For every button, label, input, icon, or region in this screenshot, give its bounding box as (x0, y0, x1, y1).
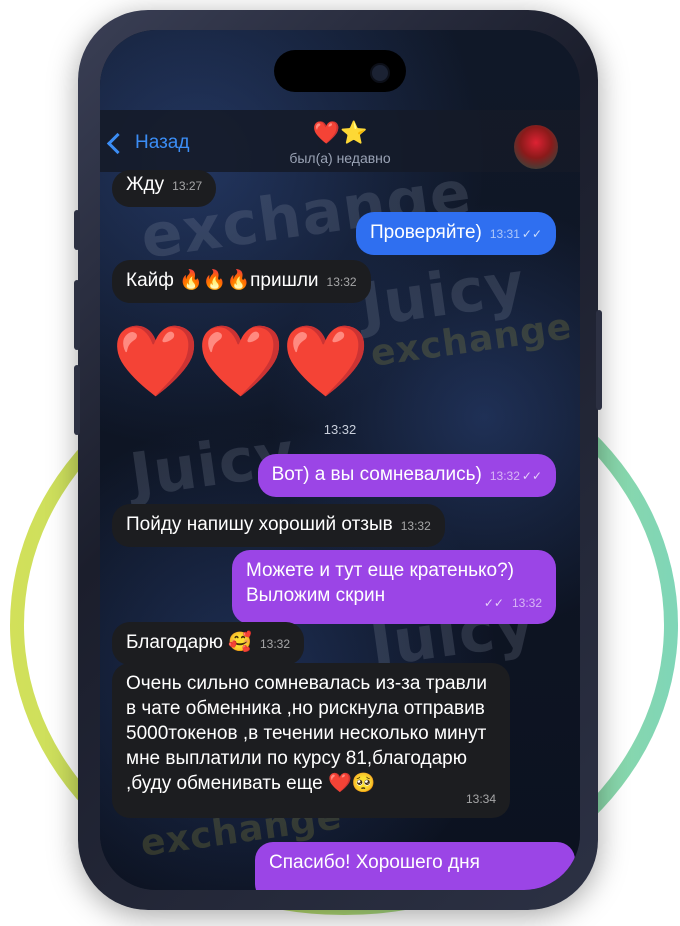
read-ticks-icon: ✓✓ (483, 596, 504, 610)
message-text: Пойду напишу хороший отзыв (126, 514, 393, 535)
message-time: 13:31 (489, 227, 520, 241)
message-text: Проверяйте) (369, 222, 482, 243)
message-incoming[interactable]: Очень сильно сомневалась из-за травли в … (112, 663, 510, 818)
message-time: 13:27 (172, 179, 203, 193)
message-text: Вот) а вы сомневались) (271, 464, 482, 485)
message-text: Благодарю 🥰 (126, 632, 252, 653)
message-outgoing[interactable]: Проверяйте) 13:31 ✓✓ (355, 212, 556, 255)
message-incoming[interactable]: Пойду напишу хороший отзыв 13:32 (112, 504, 445, 547)
power-button (596, 310, 602, 410)
message-outgoing[interactable]: Можете и тут еще кратенько?) Выложим скр… (232, 550, 556, 624)
side-button (74, 210, 80, 250)
message-time: 13:32 (511, 596, 542, 610)
message-incoming[interactable]: Кайф 🔥🔥🔥пришли 13:32 (112, 260, 371, 303)
dynamic-island (274, 50, 406, 92)
message-incoming[interactable]: Жду 13:27 (112, 170, 217, 207)
message-time: 13:32 (326, 275, 357, 289)
message-time: 13:32 (400, 519, 431, 533)
read-ticks-icon: ✓✓ (521, 227, 542, 241)
avatar[interactable] (514, 125, 558, 169)
sticker-time: 13:32 (323, 422, 357, 437)
read-ticks-icon: ✓✓ (521, 469, 542, 483)
message-text: Кайф 🔥🔥🔥пришли (126, 270, 319, 291)
chat-title[interactable]: ❤️⭐ (100, 122, 580, 144)
message-text: Жду (126, 174, 165, 195)
last-seen-status: был(а) недавно (289, 150, 391, 166)
message-text: Очень сильно сомневалась из-за травли в … (126, 673, 487, 794)
chat-header: Назад ❤️⭐ был(а) недавно (100, 110, 580, 172)
message-text: Спасибо! Хорошего дня (269, 852, 480, 873)
message-outgoing[interactable]: Вот) а вы сомневались) 13:32 ✓✓ (257, 454, 556, 497)
message-outgoing[interactable]: Спасибо! Хорошего дня (255, 842, 575, 890)
message-text: Можете и тут еще кратенько?) Выложим скр… (246, 560, 514, 606)
chat-screen: exchange Juicy exchange Juicy Juicy exch… (100, 30, 580, 890)
volume-up-button (74, 280, 80, 350)
message-time: 13:32 (259, 637, 291, 651)
hearts-sticker[interactable]: ❤️❤️❤️ (112, 325, 369, 397)
message-incoming[interactable]: Благодарю 🥰 13:32 (112, 622, 305, 665)
message-time: 13:32 (489, 469, 520, 483)
message-time: 13:34 (465, 792, 496, 806)
volume-down-button (74, 365, 80, 435)
camera-icon (370, 63, 390, 83)
